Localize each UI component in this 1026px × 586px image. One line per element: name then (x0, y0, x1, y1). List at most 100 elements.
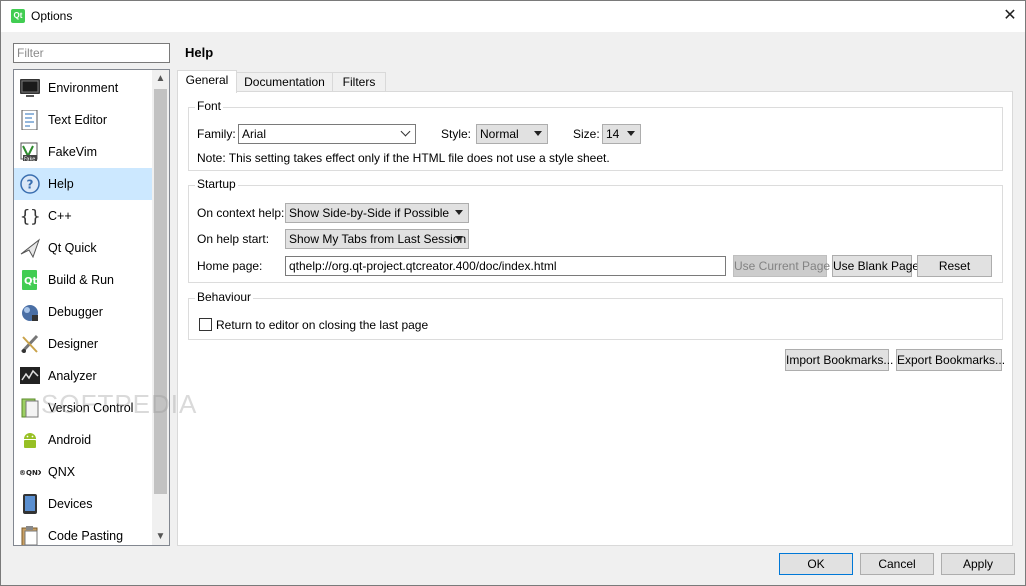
size-label: Size: (573, 127, 600, 141)
context-help-combo[interactable]: Show Side-by-Side if Possible (285, 203, 469, 223)
use-blank-page-button[interactable]: Use Blank Page (832, 255, 919, 277)
qnx-icon: ®QNX (19, 469, 41, 477)
font-size-value: 14 (606, 127, 620, 141)
home-page-label: Home page: (197, 259, 263, 273)
sidebar-item-devices[interactable]: Devices (14, 488, 152, 520)
help-start-value: Show My Tabs from Last Session (289, 232, 467, 246)
designer-icon (20, 334, 39, 354)
help-start-label: On help start: (197, 232, 270, 246)
font-group-title: Font (195, 99, 224, 113)
scroll-thumb[interactable] (154, 89, 167, 494)
sidebar-item-label: Code Pasting (48, 529, 124, 543)
sidebar-item-label: C++ (48, 209, 72, 223)
svg-text:Qt: Qt (24, 276, 38, 287)
sidebar-item-environment[interactable]: Environment (14, 72, 152, 104)
return-to-editor-checkbox[interactable] (199, 318, 212, 331)
font-family-value: Arial (242, 127, 267, 141)
context-help-value: Show Side-by-Side if Possible (289, 206, 450, 220)
monitor-icon (20, 79, 40, 97)
ok-button[interactable]: OK (779, 553, 853, 575)
font-note: Note: This setting takes effect only if … (197, 151, 610, 165)
sidebar-item-label: Help (48, 177, 74, 191)
home-page-input[interactable]: qthelp://org.qt-project.qtcreator.400/do… (285, 256, 726, 276)
chevron-down-icon (402, 128, 410, 136)
behaviour-group: Behaviour Return to editor on closing th… (188, 290, 1003, 340)
sidebar-item-label: Environment (48, 81, 119, 95)
svg-text:®QNX: ®QNX (19, 469, 41, 477)
sidebar-item-text-editor[interactable]: Text Editor (14, 104, 152, 136)
dropdown-arrow-icon (534, 131, 542, 136)
title-bar: Qt Options ✕ (1, 1, 1025, 32)
sidebar-item-label: Designer (48, 337, 99, 351)
sidebar-item-label: Devices (48, 497, 93, 511)
font-style-combo[interactable]: Normal (476, 124, 548, 144)
sidebar-item-fakevim[interactable]: Fake FakeVim (14, 136, 152, 168)
filter-input[interactable] (13, 43, 170, 63)
sidebar-item-android[interactable]: Android (14, 424, 152, 456)
build-run-icon: Qt (22, 270, 38, 290)
cancel-button[interactable]: Cancel (860, 553, 934, 575)
tab-general[interactable]: General (177, 70, 237, 93)
debugger-icon (22, 305, 38, 321)
context-help-label: On context help: (197, 206, 285, 220)
category-list[interactable]: Environment Text Editor Fake FakeVim ? H… (13, 69, 170, 546)
svg-text:?: ? (27, 178, 34, 192)
sidebar-item-debugger[interactable]: Debugger (14, 296, 152, 328)
text-editor-icon (21, 110, 38, 130)
tab-filters[interactable]: Filters (332, 72, 386, 92)
options-window: Qt Options ✕ Environment Text Editor Fak… (0, 0, 1026, 586)
dropdown-arrow-icon (455, 210, 463, 215)
android-icon (24, 433, 36, 448)
sidebar-item-qt-quick[interactable]: Qt Quick (14, 232, 152, 264)
sidebar-item-analyzer[interactable]: Analyzer (14, 360, 152, 392)
startup-group: Startup On context help: Show Side-by-Si… (188, 177, 1003, 283)
version-control-icon (21, 398, 39, 418)
sidebar-item-label: Qt Quick (48, 241, 97, 255)
sidebar-scrollbar[interactable]: ▲ ▼ (152, 70, 169, 545)
use-current-page-button[interactable]: Use Current Page (733, 255, 830, 277)
page-title: Help (185, 45, 214, 60)
sidebar-item-label: Text Editor (48, 113, 108, 127)
window-title: Options (31, 9, 73, 23)
devices-icon (23, 494, 37, 514)
sidebar-item-label: FakeVim (48, 145, 98, 159)
sidebar-item-qnx[interactable]: ®QNX QNX (14, 456, 152, 488)
fakevim-icon: Fake (20, 142, 38, 163)
scroll-down-icon[interactable]: ▼ (152, 528, 169, 545)
sidebar-item-label: Debugger (48, 305, 103, 319)
sidebar-item-label: Android (48, 433, 92, 447)
svg-text:Fake: Fake (24, 157, 35, 163)
qt-creator-app-icon: Qt (11, 9, 25, 23)
font-size-combo[interactable]: 14 (602, 124, 641, 144)
close-window-button[interactable]: ✕ (995, 1, 1025, 31)
scroll-up-icon[interactable]: ▲ (152, 70, 169, 87)
help-icon: ? (20, 174, 40, 194)
reset-button[interactable]: Reset (917, 255, 992, 277)
dropdown-arrow-icon (627, 131, 635, 136)
apply-button[interactable]: Apply (941, 553, 1015, 575)
style-label: Style: (441, 127, 472, 141)
import-bookmarks-button[interactable]: Import Bookmarks... (785, 349, 893, 371)
braces-icon: {} (20, 207, 40, 226)
export-bookmarks-button[interactable]: Export Bookmarks... (896, 349, 1005, 371)
svg-text:{}: {} (20, 207, 40, 226)
sidebar-item-version-control[interactable]: Version Control (14, 392, 152, 424)
general-tab-panel: Font Family: Arial Style: Normal Size: 1… (177, 91, 1013, 546)
help-start-combo[interactable]: Show My Tabs from Last Session (285, 229, 469, 249)
tab-documentation[interactable]: Documentation (236, 72, 333, 92)
font-style-value: Normal (480, 127, 519, 141)
sidebar-item-label: Build & Run (48, 273, 115, 287)
sidebar-item-designer[interactable]: Designer (14, 328, 152, 360)
font-group: Font Family: Arial Style: Normal Size: 1… (188, 99, 1003, 171)
sidebar-item-build-run[interactable]: Qt Build & Run (14, 264, 152, 296)
behaviour-group-title: Behaviour (195, 290, 254, 304)
sidebar-item-cpp[interactable]: {} C++ (14, 200, 152, 232)
sidebar-item-code-pasting[interactable]: Code Pasting (14, 520, 152, 545)
family-label: Family: (197, 127, 236, 141)
analyzer-icon (20, 367, 40, 384)
sidebar-item-help[interactable]: ? Help (14, 168, 152, 200)
sidebar-item-label: QNX (48, 465, 76, 479)
qt-quick-icon (20, 238, 41, 258)
code-pasting-icon (21, 526, 38, 545)
font-family-combo[interactable]: Arial (238, 124, 416, 144)
